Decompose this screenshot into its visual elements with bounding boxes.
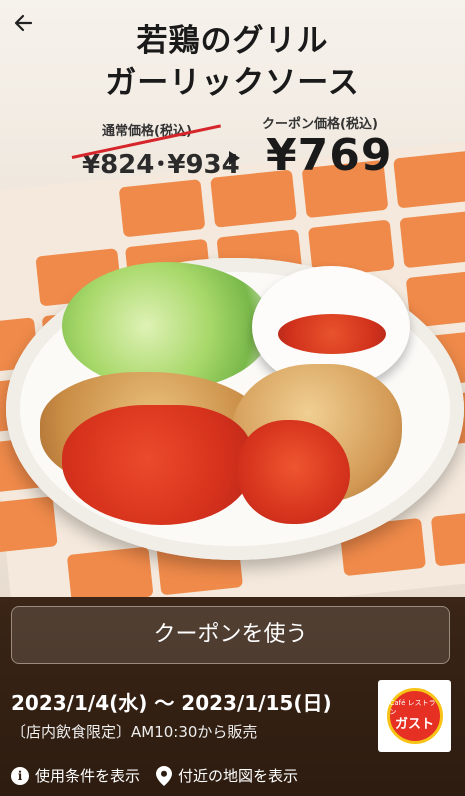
bowl-sauce xyxy=(278,314,386,354)
price-block: 通常価格(税込) ¥824･¥934 クーポン価格(税込) ¥769 xyxy=(0,112,465,182)
tomato-sauce xyxy=(238,420,350,524)
logo-text: ガスト xyxy=(394,717,434,732)
info-icon: i xyxy=(11,766,29,785)
map-pin-icon xyxy=(156,765,173,786)
coupon-price: ¥769 xyxy=(266,130,393,181)
footer-links: i 使用条件を表示 付近の地図を表示 xyxy=(11,765,298,786)
usage-note: 〔店内飲食限定〕AM10:30から販売 xyxy=(11,723,258,741)
salad xyxy=(62,262,272,390)
show-terms-link[interactable]: i 使用条件を表示 xyxy=(11,765,140,786)
show-terms-label: 使用条件を表示 xyxy=(35,767,141,785)
use-coupon-button[interactable]: クーポンを使う xyxy=(11,606,450,664)
valid-period: 2023/1/4(水) 〜 2023/1/15(日) xyxy=(11,691,332,715)
title-line-2: ガーリックソース xyxy=(105,65,360,101)
logo-emblem: Café レストラン ガスト xyxy=(386,688,443,744)
triangle-arrow-icon xyxy=(229,151,240,165)
logo-subtext: Café レストラン xyxy=(389,699,436,716)
coupon-panel: クーポンを使う 2023/1/4(水) 〜 2023/1/15(日) 〔店内飲食… xyxy=(0,597,465,796)
brand-logo: Café レストラン ガスト xyxy=(378,680,451,752)
title-line-1: 若鶏のグリル xyxy=(136,23,329,59)
product-image: 若鶏のグリル ガーリックソース 通常価格(税込) ¥824･¥934 クーポン価… xyxy=(0,0,465,597)
show-map-label: 付近の地図を表示 xyxy=(178,767,299,785)
show-map-link[interactable]: 付近の地図を表示 xyxy=(156,765,298,786)
product-title: 若鶏のグリル ガーリックソース xyxy=(0,20,465,104)
